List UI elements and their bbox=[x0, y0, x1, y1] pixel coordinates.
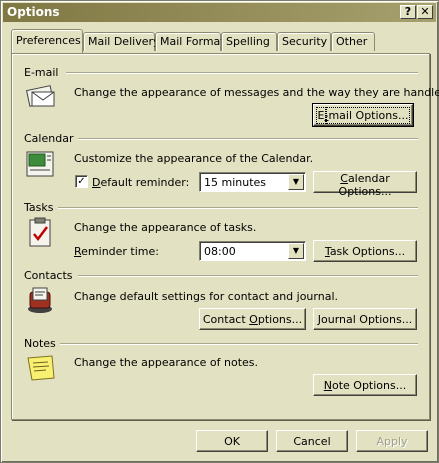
window-title: Options bbox=[7, 5, 60, 19]
tasks-heading: Tasks bbox=[24, 201, 54, 214]
reminder-time-select[interactable]: 08:00 ▼ bbox=[199, 241, 306, 261]
note-options-button[interactable]: Note Options... bbox=[313, 374, 417, 396]
tab-mail-format[interactable]: Mail Format bbox=[155, 32, 225, 51]
ok-button[interactable]: OK bbox=[196, 430, 268, 452]
notes-description: Change the appearance of notes. bbox=[74, 356, 259, 369]
tasks-description: Change the appearance of tasks. bbox=[74, 221, 257, 234]
calendar-options-button[interactable]: Calendar Options... bbox=[313, 171, 417, 198]
cancel-button[interactable]: Cancel bbox=[276, 430, 348, 452]
tab-spelling[interactable]: Spelling bbox=[221, 32, 277, 51]
envelope-icon bbox=[26, 85, 55, 107]
default-reminder-label: Default reminder: bbox=[92, 176, 190, 189]
checkmark-icon: ✓ bbox=[77, 176, 86, 187]
tasks-divider bbox=[58, 207, 418, 209]
tab-other[interactable]: Other bbox=[331, 32, 375, 51]
sticky-note-icon bbox=[27, 355, 55, 381]
preferences-panel: E-mail Change the appearance of messages… bbox=[11, 53, 439, 420]
contact-options-button[interactable]: Contact Options... bbox=[199, 308, 306, 330]
contacts-divider bbox=[78, 275, 418, 277]
tab-security[interactable]: Security bbox=[277, 32, 331, 51]
calendar-description: Customize the appearance of the Calendar… bbox=[74, 152, 314, 165]
email-options-button[interactable]: E-mail Options... bbox=[312, 103, 414, 127]
close-icon: ✕ bbox=[420, 5, 430, 18]
tab-mail-delivery[interactable]: Mail Delivery bbox=[83, 32, 160, 51]
default-reminder-select[interactable]: 15 minutes ▼ bbox=[199, 172, 306, 192]
calendar-icon bbox=[26, 151, 54, 177]
contacts-description: Change default settings for contact and … bbox=[74, 290, 338, 303]
default-reminder-checkbox[interactable]: ✓ bbox=[75, 175, 88, 188]
contacts-heading: Contacts bbox=[24, 269, 73, 282]
notes-divider bbox=[60, 343, 418, 345]
email-divider bbox=[66, 72, 418, 74]
notes-heading: Notes bbox=[24, 337, 56, 350]
tab-preferences[interactable]: Preferences bbox=[11, 29, 83, 53]
dropdown-arrow-icon[interactable]: ▼ bbox=[288, 174, 304, 190]
close-button[interactable]: ✕ bbox=[417, 5, 433, 19]
dropdown-arrow-icon[interactable]: ▼ bbox=[288, 243, 304, 259]
task-clipboard-icon bbox=[29, 217, 51, 247]
calendar-heading: Calendar bbox=[24, 132, 74, 145]
options-dialog: Options ? ✕ Preferences Mail Delivery Ma… bbox=[0, 0, 439, 463]
apply-button[interactable]: Apply bbox=[356, 430, 428, 452]
email-heading: E-mail bbox=[24, 66, 59, 79]
rolodex-icon bbox=[28, 287, 52, 313]
calendar-divider bbox=[78, 138, 418, 140]
email-description: Change the appearance of messages and th… bbox=[74, 86, 439, 99]
task-options-button[interactable]: Task Options... bbox=[313, 240, 417, 262]
journal-options-button[interactable]: Journal Options... bbox=[313, 308, 417, 330]
title-bar[interactable]: Options ? ✕ bbox=[3, 3, 436, 22]
help-button[interactable]: ? bbox=[400, 5, 416, 19]
reminder-time-label: Reminder time: bbox=[74, 245, 159, 258]
